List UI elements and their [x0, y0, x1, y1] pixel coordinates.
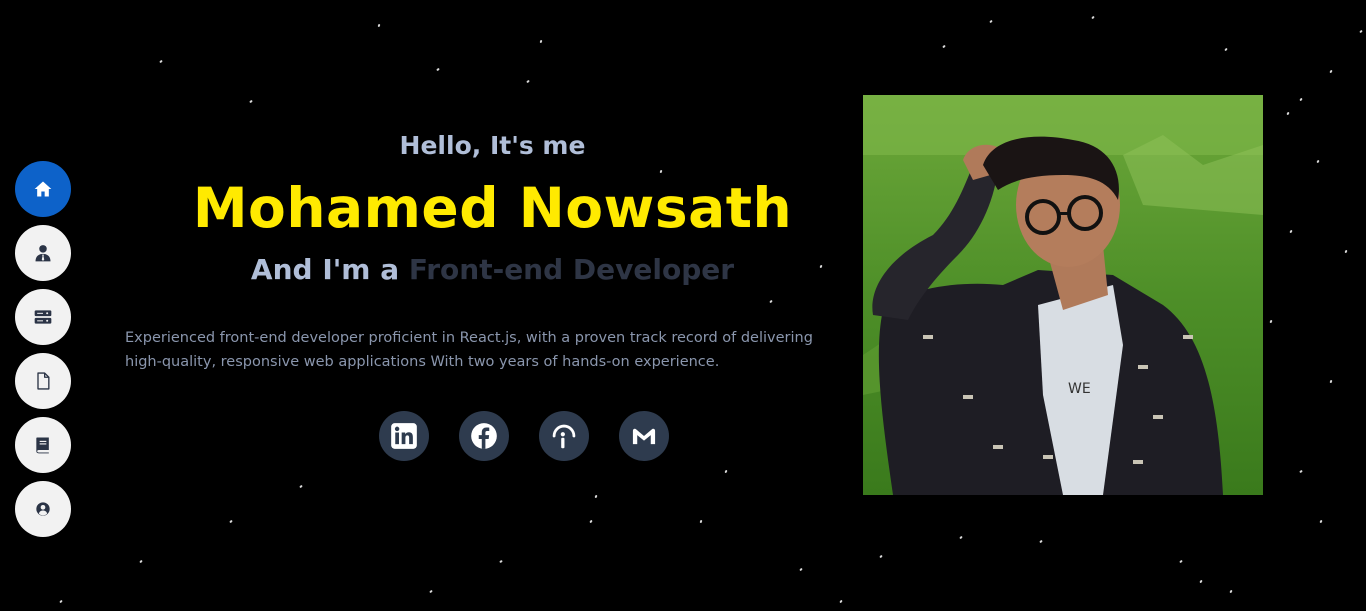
user-circle-icon	[36, 502, 50, 516]
nav-contact-button[interactable]	[15, 481, 71, 537]
star	[139, 559, 143, 564]
page: Hello, It's me Mohamed Nowsath And I'm a…	[0, 0, 1366, 611]
star	[769, 299, 773, 304]
star	[1269, 319, 1273, 324]
role-prefix: And I'm a	[250, 253, 409, 286]
star	[1316, 159, 1320, 164]
nav-about-button[interactable]	[15, 225, 71, 281]
star	[942, 44, 946, 49]
star	[499, 559, 503, 564]
star	[594, 494, 598, 499]
star	[526, 79, 530, 84]
bio-paragraph: Experienced front-end developer proficie…	[125, 330, 813, 370]
facebook-icon	[471, 423, 497, 449]
greeting-text: Hello, It's me	[399, 131, 586, 160]
nav-services-button[interactable]	[15, 289, 71, 345]
star	[989, 19, 993, 24]
facebook-link[interactable]	[459, 411, 509, 461]
star	[377, 23, 381, 28]
shirt-print-text: WE	[1068, 381, 1091, 397]
star	[699, 519, 703, 524]
gmail-icon	[632, 428, 656, 445]
gmail-link[interactable]	[619, 411, 669, 461]
role-typed-text: Front-end Developer	[408, 253, 735, 286]
star	[1224, 47, 1228, 52]
profile-photo-illustration: WE	[863, 95, 1263, 495]
star	[659, 169, 663, 174]
star	[1344, 249, 1348, 254]
star	[159, 59, 163, 64]
star	[1229, 589, 1233, 594]
star	[589, 519, 593, 524]
star	[249, 99, 253, 104]
role-heading: And I'm a Front-end Developer	[125, 253, 860, 286]
star	[429, 589, 433, 594]
star	[1286, 111, 1290, 116]
file-icon	[37, 372, 50, 390]
star	[539, 39, 543, 44]
server-icon	[34, 310, 52, 324]
star	[299, 484, 303, 489]
star	[1289, 229, 1293, 234]
star	[436, 67, 440, 72]
star	[1091, 15, 1095, 20]
user-tie-icon	[35, 245, 51, 262]
star	[959, 535, 963, 540]
star	[1179, 559, 1183, 564]
star	[229, 519, 233, 524]
nav-resume-button[interactable]	[15, 353, 71, 409]
star	[724, 469, 728, 474]
star	[839, 599, 843, 604]
star	[879, 554, 883, 559]
star	[1319, 519, 1323, 524]
instapaper-link[interactable]	[539, 411, 589, 461]
home-icon	[34, 181, 52, 197]
nav-home-button[interactable]	[15, 161, 71, 217]
book-icon	[36, 437, 49, 454]
profile-photo: WE	[863, 95, 1263, 495]
developer-name: Mohamed Nowsath	[192, 176, 793, 240]
star	[1329, 69, 1333, 74]
side-nav	[15, 161, 71, 537]
star	[1359, 29, 1363, 34]
social-links	[379, 411, 669, 461]
nav-portfolio-button[interactable]	[15, 417, 71, 473]
star	[799, 567, 803, 572]
star	[1299, 469, 1303, 474]
star	[59, 599, 63, 604]
star	[1299, 97, 1303, 102]
instapaper-icon	[552, 424, 576, 449]
linkedin-icon	[391, 423, 417, 449]
star	[1039, 539, 1043, 544]
linkedin-link[interactable]	[379, 411, 429, 461]
star	[1329, 379, 1333, 384]
star	[1199, 579, 1203, 584]
